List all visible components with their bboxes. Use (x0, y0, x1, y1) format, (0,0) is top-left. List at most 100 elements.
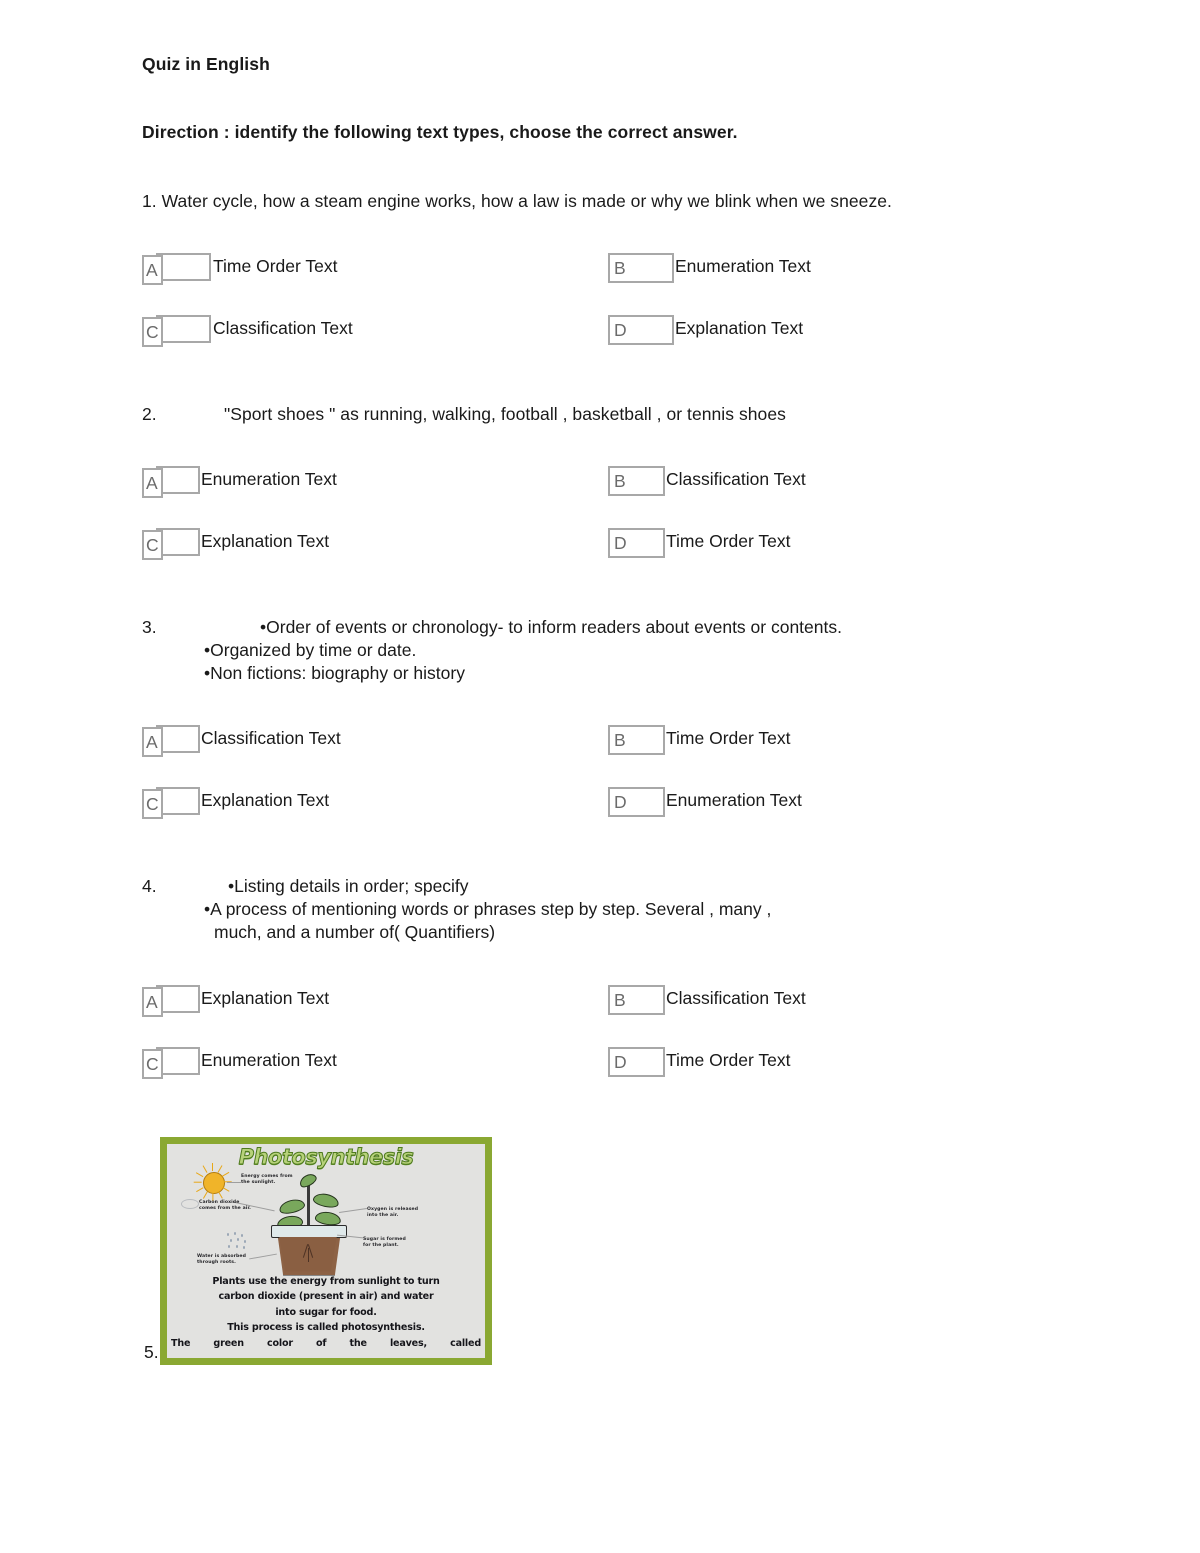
label-carbon-dioxide: Carbon dioxide comes from the air. (199, 1199, 252, 1212)
bullet-text: •A process of mentioning words or phrase… (204, 899, 772, 920)
option-row: A Time Order Text B Enumeration Text (142, 252, 1062, 315)
option-letter-box[interactable]: C (142, 789, 163, 820)
option-b[interactable]: B Enumeration Text (608, 252, 811, 283)
option-label: Classification Text (666, 468, 806, 489)
bullet-text-continued: much, and a number of( Quantifiers) (214, 922, 496, 943)
option-c[interactable]: C Explanation Text (142, 527, 329, 562)
option-label: Explanation Text (675, 317, 804, 338)
option-letter-box[interactable]: A (142, 254, 163, 285)
option-d[interactable]: D Enumeration Text (608, 787, 802, 818)
option-d-box[interactable]: D (608, 527, 665, 558)
poster-line-4: This process is called photosynthesis. (227, 1322, 425, 1334)
option-a[interactable]: A Time Order Text (142, 252, 338, 287)
connector-line (339, 1207, 367, 1213)
document-page: Quiz in English Direction : identify the… (0, 0, 1200, 1553)
option-a-boxes[interactable]: A (142, 725, 200, 759)
option-a[interactable]: A Explanation Text (142, 984, 329, 1019)
option-letter: D (614, 792, 627, 813)
option-label: Enumeration Text (675, 255, 811, 276)
poster-body-text: Plants use the energy from sunlight to t… (171, 1274, 481, 1358)
option-a-boxes[interactable]: A (142, 465, 200, 500)
option-label: Explanation Text (201, 790, 330, 811)
option-row: C Explanation Text D Enumeration Text (142, 787, 1062, 849)
option-label: Enumeration Text (666, 790, 802, 811)
option-row: C Classification Text D Explanation Text (142, 314, 1062, 377)
poster-line-2: carbon dioxide (present in air) and wate… (218, 1291, 434, 1303)
option-row: C Explanation Text D Time Order Text (142, 527, 1062, 590)
option-a[interactable]: A Classification Text (142, 725, 341, 759)
option-a-boxes[interactable]: A (142, 984, 200, 1019)
direction-line: Direction : identify the following text … (142, 121, 738, 142)
option-b[interactable]: B Time Order Text (608, 725, 791, 756)
option-letter-box[interactable]: C (142, 1048, 163, 1079)
option-b-box[interactable]: B (608, 984, 665, 1015)
label-water: Water is absorbed through roots. (197, 1253, 247, 1266)
question-4-text: 4. •Listing details in order; specify •A … (142, 875, 1062, 944)
option-d-box[interactable]: D (608, 1046, 665, 1077)
option-letter-box[interactable]: C (142, 316, 163, 347)
option-c-boxes[interactable]: C (142, 1046, 200, 1081)
option-c-boxes[interactable]: C (142, 314, 212, 349)
label-energy: Energy comes from the sunlight. (241, 1173, 293, 1186)
option-a[interactable]: A Enumeration Text (142, 465, 337, 500)
option-row: A Explanation Text B Classification Text (142, 984, 1062, 1047)
question-3-options: A Classification Text B Time Order Text … (142, 725, 1062, 849)
option-d[interactable]: D Time Order Text (608, 527, 790, 558)
poster-title: Photosynthesis (238, 1144, 414, 1169)
question-3-bullet-2: •Organized by time or date. (142, 639, 1062, 662)
option-letter: D (614, 319, 627, 340)
option-b-box[interactable]: B (608, 725, 665, 756)
label-sugar: Sugar is formed for the plant. (363, 1236, 406, 1249)
option-label: Enumeration Text (201, 1049, 337, 1070)
option-b[interactable]: B Classification Text (608, 984, 806, 1015)
option-letter: B (614, 989, 626, 1010)
option-b[interactable]: B Classification Text (608, 465, 806, 496)
option-letter: B (614, 257, 626, 278)
photosynthesis-poster-image: Photosynthesis Energy comes from the sun… (160, 1136, 492, 1365)
option-d[interactable]: D Explanation Text (608, 314, 804, 345)
carbon-dioxide-icon (181, 1198, 199, 1209)
option-label: Enumeration Text (201, 468, 337, 489)
option-b-box[interactable]: B (608, 252, 674, 283)
option-label: Time Order Text (666, 1049, 791, 1070)
water-droplets-icon (225, 1231, 253, 1252)
option-label: Classification Text (213, 317, 353, 338)
connector-line (249, 1253, 277, 1259)
option-label: Time Order Text (666, 728, 791, 749)
question-2-body: "Sport shoes " as running, walking, foot… (224, 403, 786, 424)
bullet-text: •Order of events or chronology- to infor… (260, 616, 842, 637)
question-3-number: 3. (142, 616, 157, 637)
option-d-box[interactable]: D (608, 787, 665, 818)
connector-line (227, 1181, 241, 1183)
question-1-options: A Time Order Text B Enumeration Text C C… (142, 252, 1062, 377)
option-letter-box[interactable]: A (142, 986, 163, 1017)
option-letter-box[interactable]: C (142, 529, 163, 560)
answer-blank-box[interactable] (156, 252, 211, 281)
option-row: A Enumeration Text B Classification Text (142, 465, 1062, 528)
option-letter-box[interactable]: A (142, 727, 163, 758)
answer-blank-box[interactable] (156, 314, 211, 343)
option-letter: C (146, 1053, 159, 1074)
option-a-boxes[interactable]: A (142, 252, 212, 287)
option-c[interactable]: C Enumeration Text (142, 1046, 337, 1081)
bullet-text: •Organized by time or date. (204, 640, 417, 661)
option-c-boxes[interactable]: C (142, 787, 200, 821)
question-3-bullet-3: •Non fictions: biography or history (142, 662, 1062, 685)
option-letter: A (146, 259, 158, 280)
document-body: Quiz in English Direction : identify the… (142, 54, 1062, 1373)
question-5: 5. Photosynthesis Energy comes from the … (142, 1136, 1062, 1373)
option-row: C Enumeration Text D Time Order Text (142, 1046, 1062, 1109)
option-letter: C (146, 534, 159, 555)
option-d-box[interactable]: D (608, 314, 674, 345)
option-label: Time Order Text (213, 255, 338, 276)
option-c[interactable]: C Explanation Text (142, 787, 329, 821)
question-1-body: Water cycle, how a steam engine works, h… (161, 190, 892, 211)
option-letter-box[interactable]: A (142, 467, 163, 498)
bullet-text: •Listing details in order; specify (228, 876, 469, 897)
option-letter: A (146, 991, 158, 1012)
option-c-boxes[interactable]: C (142, 527, 200, 562)
option-d[interactable]: D Time Order Text (608, 1046, 791, 1077)
question-4-number: 4. (142, 876, 157, 897)
option-c[interactable]: C Classification Text (142, 314, 353, 349)
option-b-box[interactable]: B (608, 465, 665, 496)
